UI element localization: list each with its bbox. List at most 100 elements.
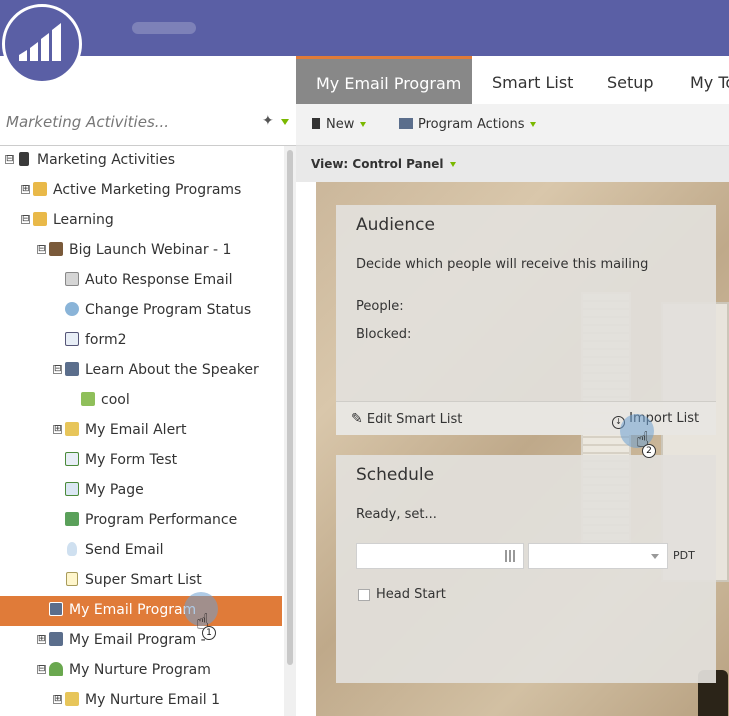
smart-list-icon bbox=[66, 572, 78, 586]
tree-node-form2[interactable]: form2 bbox=[0, 326, 284, 356]
audience-title: Audience bbox=[356, 215, 435, 235]
tree-node-label: Big Launch Webinar - 1 bbox=[69, 242, 232, 258]
event-program-icon bbox=[49, 242, 63, 256]
schedule-title: Schedule bbox=[356, 465, 435, 485]
schedule-status: Ready, set... bbox=[356, 507, 437, 522]
tree-node-auto-response-email[interactable]: Auto Response Email bbox=[0, 266, 284, 296]
tree-node-label: Program Performance bbox=[85, 512, 238, 528]
edit-smart-list-button[interactable]: ✎ Edit Smart List bbox=[351, 411, 462, 427]
dropdown-arrow-icon bbox=[360, 122, 367, 127]
new-icon bbox=[312, 118, 320, 129]
tree-node-label: Auto Response Email bbox=[85, 272, 233, 288]
tree-node-learn-about-the-speaker[interactable]: ⊟ Learn About the Speaker bbox=[0, 356, 284, 386]
email-alert-icon bbox=[65, 422, 79, 436]
form-icon bbox=[65, 332, 79, 346]
tree-node-label: Learning bbox=[53, 212, 114, 228]
calendar-grid-icon[interactable] bbox=[505, 550, 517, 562]
tree-search-placeholder: Marketing Activities... bbox=[6, 113, 170, 131]
folder-icon bbox=[33, 182, 47, 196]
tree-node-change-program-status[interactable]: Change Program Status bbox=[0, 296, 284, 326]
tree-node-my-email-program-copy[interactable]: ⊞ My Email Program - bbox=[0, 626, 284, 656]
smart-campaign-icon bbox=[81, 392, 95, 406]
tab-setup[interactable]: Setup bbox=[607, 56, 654, 104]
tree-node-cool[interactable]: cool bbox=[0, 386, 284, 416]
collapse-icon[interactable]: ⊟ bbox=[37, 245, 46, 254]
marketo-bars-icon bbox=[19, 23, 61, 61]
dropdown-arrow-icon bbox=[449, 162, 456, 167]
tree-node-label: My Page bbox=[85, 482, 144, 498]
tree-node-my-nurture-program[interactable]: ⊟ My Nurture Program bbox=[0, 656, 284, 686]
collapse-icon[interactable]: ⊟ bbox=[5, 155, 14, 164]
tab-my-email-program[interactable]: My Email Program bbox=[296, 56, 472, 104]
collapse-icon[interactable]: ⊟ bbox=[53, 365, 62, 374]
expand-icon[interactable]: ⊞ bbox=[53, 425, 62, 434]
schedule-date-input[interactable] bbox=[356, 543, 524, 569]
pin-icon[interactable]: ✦ bbox=[262, 113, 274, 129]
expand-icon[interactable]: ⊞ bbox=[53, 695, 62, 704]
blocked-label: Blocked: bbox=[356, 327, 412, 342]
people-label: People: bbox=[356, 299, 404, 314]
tab-my-tokens[interactable]: My To bbox=[690, 56, 729, 104]
tree-node-label: Marketing Activities bbox=[37, 152, 176, 168]
tree-node-label: Send Email bbox=[85, 542, 164, 558]
report-icon bbox=[65, 512, 79, 526]
folder-icon bbox=[33, 212, 47, 226]
tree-node-my-email-program-selected[interactable]: My Email Program bbox=[0, 596, 282, 626]
activities-icon bbox=[19, 152, 29, 166]
email-icon bbox=[65, 692, 79, 706]
blurred-account-name bbox=[132, 22, 196, 34]
tree-node-learning[interactable]: ⊟ Learning bbox=[0, 206, 284, 236]
step-number-badge: 1 bbox=[202, 626, 216, 640]
tree-node-my-form-test[interactable]: My Form Test bbox=[0, 446, 284, 476]
tree-node-marketing-activities[interactable]: ⊟ Marketing Activities bbox=[0, 146, 284, 176]
tree-node-my-page[interactable]: My Page bbox=[0, 476, 284, 506]
tree-node-send-email[interactable]: Send Email bbox=[0, 536, 284, 566]
tree-node-my-email-alert[interactable]: ⊞ My Email Alert bbox=[0, 416, 284, 446]
audience-description: Decide which people will receive this ma… bbox=[356, 257, 649, 272]
head-start-label: Head Start bbox=[376, 587, 446, 602]
tree-node-label: My Email Program - bbox=[69, 632, 206, 648]
audience-card-footer: ✎ Edit Smart List ↓ Import List bbox=[336, 401, 716, 435]
form-test-icon bbox=[65, 452, 79, 466]
control-panel-background: Audience Decide which people will receiv… bbox=[316, 182, 729, 716]
dropdown-arrow-icon bbox=[530, 122, 537, 127]
tree-scrollbar-thumb[interactable] bbox=[287, 150, 293, 665]
tree-node-my-nurture-email-1[interactable]: ⊞ My Nurture Email 1 bbox=[0, 686, 284, 716]
view-control-panel-label[interactable]: View: Control Panel bbox=[311, 157, 456, 171]
tab-smart-list[interactable]: Smart List bbox=[492, 56, 573, 104]
view-label-text: View: Control Panel bbox=[311, 157, 444, 171]
tree-search-box[interactable]: Marketing Activities... ✦ bbox=[0, 104, 296, 146]
top-header bbox=[0, 0, 729, 56]
expand-icon[interactable]: ⊞ bbox=[37, 635, 46, 644]
tree-node-label: Super Smart List bbox=[85, 572, 202, 588]
new-button[interactable]: New bbox=[312, 117, 367, 132]
pencil-icon: ✎ bbox=[351, 411, 363, 427]
tree-node-label: My Email Program bbox=[69, 602, 197, 618]
email-program-icon bbox=[65, 362, 79, 376]
tree-node-super-smart-list[interactable]: Super Smart List bbox=[0, 566, 284, 596]
head-start-checkbox[interactable] bbox=[358, 589, 370, 601]
collapse-icon[interactable]: ⊟ bbox=[37, 665, 46, 674]
pin-dropdown-arrow-icon[interactable] bbox=[281, 119, 289, 125]
tree-node-active-marketing-programs[interactable]: ⊞ Active Marketing Programs bbox=[0, 176, 284, 206]
view-selector-bar[interactable]: View: Control Panel bbox=[296, 146, 729, 182]
schedule-card: Schedule Ready, set... PDT Head Start bbox=[336, 455, 716, 683]
program-actions-label: Program Actions bbox=[418, 117, 525, 132]
collapse-icon[interactable]: ⊟ bbox=[21, 215, 30, 224]
step-number-badge: 2 bbox=[642, 444, 656, 458]
tree-node-label: form2 bbox=[85, 332, 127, 348]
bulb-icon bbox=[67, 542, 77, 556]
tree-node-label: My Nurture Email 1 bbox=[85, 692, 220, 708]
schedule-time-select[interactable] bbox=[528, 543, 668, 569]
email-program-icon bbox=[49, 602, 63, 616]
tree-node-label: My Nurture Program bbox=[69, 662, 211, 678]
expand-icon[interactable]: ⊞ bbox=[21, 185, 30, 194]
email-icon bbox=[65, 272, 79, 286]
tab-bar: My Email Program Smart List Setup My To bbox=[296, 56, 729, 104]
program-actions-button[interactable]: Program Actions bbox=[399, 117, 537, 132]
tree-node-program-performance[interactable]: Program Performance bbox=[0, 506, 284, 536]
program-actions-icon bbox=[399, 118, 413, 129]
marketo-logo[interactable] bbox=[2, 4, 82, 84]
tree-node-label: My Email Alert bbox=[85, 422, 187, 438]
tree-node-big-launch-webinar[interactable]: ⊟ Big Launch Webinar - 1 bbox=[0, 236, 284, 266]
